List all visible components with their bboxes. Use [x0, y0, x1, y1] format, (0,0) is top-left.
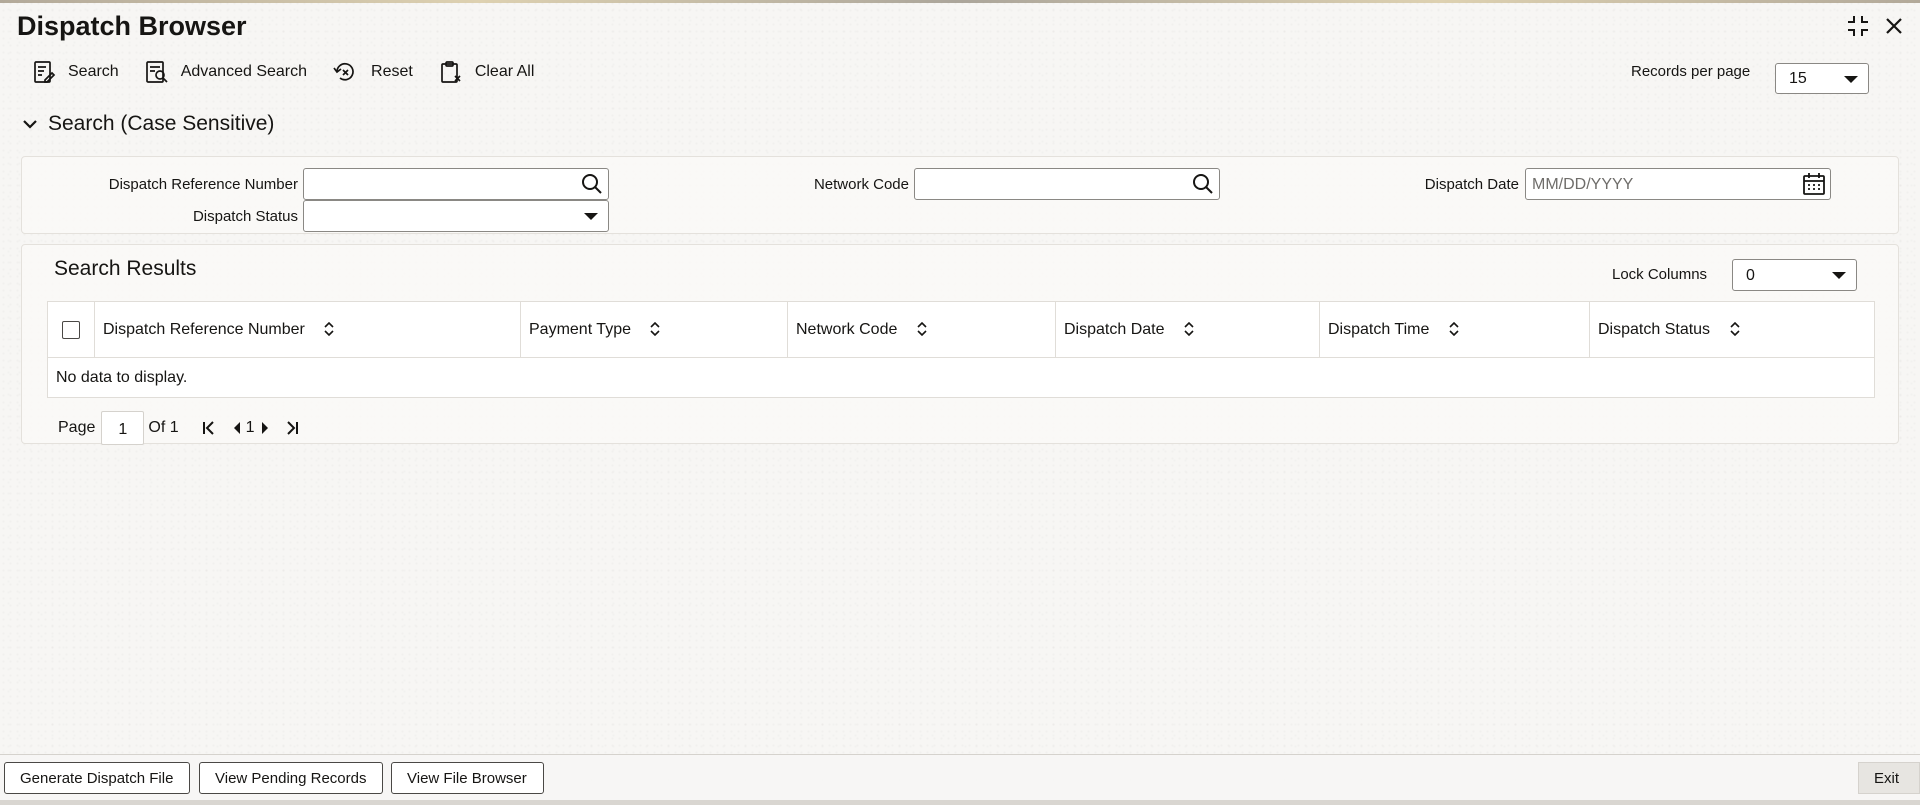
collapse-icon	[1848, 16, 1868, 36]
caret-right-icon	[261, 422, 268, 434]
last-page-icon	[286, 421, 298, 435]
search-button[interactable]: Search	[32, 60, 119, 84]
pager-current-page: 1	[245, 419, 255, 436]
lookup-button[interactable]	[1191, 172, 1215, 196]
page-of-label: Of 1	[148, 419, 179, 436]
column-header-dispatch-status[interactable]: Dispatch Status	[1589, 301, 1875, 358]
page-number-input[interactable]: 1	[101, 411, 145, 445]
search-section-title: Search (Case Sensitive)	[48, 112, 275, 135]
results-table: Dispatch Reference Number Payment Type N…	[47, 301, 1875, 398]
toolbar: Search Advanced Search Reset Clear All	[32, 60, 534, 84]
chevron-down-icon	[1832, 272, 1846, 279]
column-header-dispatch-date[interactable]: Dispatch Date	[1055, 301, 1320, 358]
sort-icon[interactable]	[1729, 322, 1741, 337]
records-per-page-select[interactable]: 15	[1775, 63, 1869, 94]
table-row: No data to display.	[47, 357, 1875, 398]
search-results-panel: Search Results Lock Columns 0 Dispatch R…	[21, 244, 1899, 445]
advanced-search-button-label: Advanced Search	[180, 63, 308, 80]
sort-icon[interactable]	[323, 322, 335, 337]
empty-message: No data to display.	[47, 357, 1875, 398]
page-title: Dispatch Browser	[17, 11, 247, 41]
calendar-icon	[1803, 173, 1825, 195]
reset-button-label: Reset	[371, 63, 413, 80]
network-code-label: Network Code	[813, 176, 909, 193]
dispatch-date-label: Dispatch Date	[1424, 176, 1519, 193]
search-icon	[1193, 174, 1213, 194]
records-per-page-label: Records per page	[1631, 63, 1751, 80]
lookup-button[interactable]	[580, 172, 604, 196]
minimize-button[interactable]	[1846, 14, 1870, 38]
table-header-row: Dispatch Reference Number Payment Type N…	[47, 301, 1875, 358]
dispatch-reference-number-input[interactable]	[303, 168, 609, 200]
column-header-payment-type[interactable]: Payment Type	[520, 301, 788, 358]
chevron-down-icon	[23, 120, 37, 129]
lock-columns-label: Lock Columns	[1612, 266, 1708, 283]
dispatch-status-select[interactable]	[303, 200, 609, 232]
network-code-input[interactable]	[914, 168, 1220, 200]
bottom-divider	[0, 800, 1920, 805]
reset-icon	[333, 62, 354, 81]
select-all-header	[47, 301, 95, 358]
lock-columns-value: 0	[1746, 267, 1755, 284]
chevron-down-icon	[1844, 76, 1858, 83]
search-button-label: Search	[68, 63, 119, 80]
chevron-down-icon	[584, 213, 598, 220]
clear-all-button[interactable]: Clear All	[439, 60, 535, 84]
top-accent-line	[0, 0, 1920, 3]
search-icon	[582, 174, 602, 194]
search-criteria-panel: Dispatch Reference Number Network Code D…	[21, 156, 1899, 234]
pagination: Page 1 Of 1 1	[58, 411, 300, 445]
sort-icon[interactable]	[649, 322, 661, 337]
dispatch-reference-number-label: Dispatch Reference Number	[108, 176, 298, 193]
records-per-page-value: 15	[1789, 70, 1807, 87]
sort-icon[interactable]	[916, 322, 928, 337]
close-icon	[1886, 18, 1902, 34]
column-header-network-code[interactable]: Network Code	[787, 301, 1056, 358]
select-all-checkbox[interactable]	[62, 320, 80, 339]
generate-dispatch-file-button[interactable]: Generate Dispatch File	[4, 762, 190, 794]
next-page-button[interactable]	[260, 421, 270, 435]
column-header-dispatch-time[interactable]: Dispatch Time	[1319, 301, 1590, 358]
view-pending-records-button[interactable]: View Pending Records	[199, 762, 383, 794]
view-file-browser-button[interactable]: View File Browser	[391, 762, 544, 794]
sort-icon[interactable]	[1183, 322, 1195, 337]
first-page-button[interactable]	[201, 420, 217, 436]
footer-bar: Generate Dispatch File View Pending Reco…	[0, 754, 1920, 805]
sort-icon[interactable]	[1448, 322, 1460, 337]
caret-left-icon	[233, 422, 240, 434]
exit-button[interactable]: Exit	[1858, 762, 1920, 794]
lock-columns-select[interactable]: 0	[1732, 259, 1857, 291]
search-section-toggle[interactable]: Search (Case Sensitive)	[22, 112, 274, 136]
clear-all-button-label: Clear All	[474, 63, 535, 80]
search-results-title: Search Results	[54, 257, 197, 280]
window-controls	[1846, 14, 1906, 38]
reset-button[interactable]: Reset	[333, 60, 413, 84]
last-page-button[interactable]	[284, 420, 300, 436]
advanced-search-button[interactable]: Advanced Search	[145, 60, 307, 84]
date-picker-button[interactable]	[1802, 172, 1826, 196]
search-form-icon	[34, 61, 56, 83]
dispatch-date-input[interactable]: MM/DD/YYYY	[1525, 168, 1831, 200]
dispatch-status-label: Dispatch Status	[192, 208, 298, 225]
page-label: Page	[58, 419, 96, 436]
clipboard-clear-icon	[440, 61, 461, 83]
column-header-dispatch-reference-number[interactable]: Dispatch Reference Number	[94, 301, 521, 358]
previous-page-button[interactable]	[232, 421, 242, 435]
advanced-search-icon	[145, 61, 168, 83]
close-button[interactable]	[1882, 14, 1906, 38]
first-page-icon	[202, 421, 214, 435]
